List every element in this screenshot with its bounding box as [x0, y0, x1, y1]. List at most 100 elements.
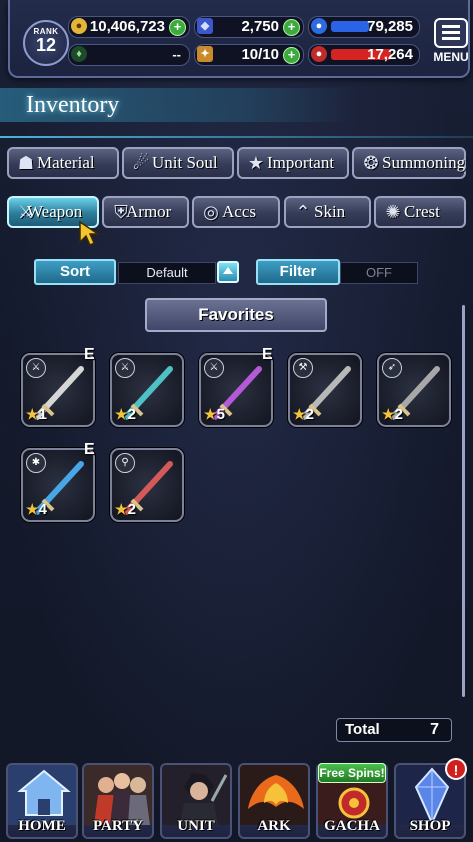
filter-value[interactable]: OFF: [340, 262, 418, 284]
total-label: Total: [345, 721, 380, 738]
hp-value: 17,264: [367, 46, 413, 63]
rarity-stars: ★2: [293, 406, 314, 423]
star-icon: ★: [115, 501, 128, 517]
tab-label: Unit Soul: [152, 153, 218, 172]
nav-home[interactable]: HOME: [6, 763, 78, 839]
free-spins-badge[interactable]: Free Spins!: [318, 763, 386, 783]
nav-label: HOME: [18, 818, 66, 834]
tab-accs[interactable]: ◎ Accs: [192, 196, 280, 228]
rarity-value: 2: [305, 406, 314, 423]
sort-order-toggle[interactable]: [217, 261, 239, 283]
sort-button[interactable]: Sort: [34, 259, 116, 285]
tab-label: Important: [267, 153, 335, 172]
stamina-counter: ✦ 10/10 +: [194, 44, 304, 66]
scrollbar[interactable]: [462, 305, 465, 697]
total-value: 7: [430, 721, 439, 738]
axe-icon: ⚒: [293, 358, 313, 378]
rarity-value: 2: [127, 406, 136, 423]
exp-bar: [331, 21, 369, 32]
rank-badge[interactable]: RANK 12: [23, 20, 69, 66]
coin-icon: ●: [71, 18, 87, 34]
crest-icon: ✺: [385, 202, 401, 222]
sword-icon: ⚔: [26, 358, 46, 378]
favorites-button[interactable]: Favorites: [145, 298, 327, 332]
nav-unit[interactable]: UNIT: [160, 763, 232, 839]
add-gil-button[interactable]: +: [169, 19, 186, 36]
party-icon: [84, 765, 152, 825]
gil-value: 10,406,723: [89, 18, 165, 35]
rarity-value: 4: [38, 501, 47, 518]
tab-label: Summoning: [382, 153, 466, 172]
hanger-icon: ⌃: [295, 202, 311, 222]
tab-unit-soul[interactable]: ☄ Unit Soul: [122, 147, 234, 179]
gil-counter: ● 10,406,723 +: [68, 16, 190, 38]
tab-label: Weapon: [27, 202, 83, 221]
weapon-item[interactable]: ⚔ ★1: [21, 353, 95, 427]
total-counter: Total 7: [336, 718, 452, 742]
tab-label: Material: [37, 153, 95, 172]
rarity-value: 5: [216, 406, 225, 423]
status-counter: ♦ --: [68, 44, 190, 66]
star-icon: ★: [293, 406, 306, 422]
star-icon: ★: [382, 406, 395, 422]
tab-material[interactable]: ☗ Material: [7, 147, 119, 179]
sword-icon: ⚔: [115, 358, 135, 378]
rarity-stars: ★2: [115, 501, 136, 518]
tab-label: Skin: [314, 202, 346, 221]
tab-crest[interactable]: ✺ Crest: [374, 196, 466, 228]
nav-ark[interactable]: ARK: [238, 763, 310, 839]
rarity-value: 2: [127, 501, 136, 518]
stamina-icon: ✦: [197, 46, 213, 62]
equipped-badge: E: [84, 346, 95, 363]
tab-summoning[interactable]: ❂ Summoning: [352, 147, 466, 179]
rarity-value: 1: [38, 406, 47, 423]
equipped-badge: E: [84, 441, 95, 458]
weapon-item[interactable]: ⚲ ★2: [110, 448, 184, 522]
weapon-item[interactable]: ⚒ ★2: [288, 353, 362, 427]
star-icon: ★: [115, 406, 128, 422]
menu-icon: [434, 18, 468, 48]
leaf-icon: ♦: [71, 46, 87, 62]
cursor-icon: [79, 220, 101, 247]
home-icon: [8, 765, 76, 825]
add-gem-button[interactable]: +: [283, 19, 300, 36]
sword-icon: ⚔: [204, 358, 224, 378]
tab-label: Armor: [126, 202, 172, 221]
tab-armor[interactable]: ⛨ Armor: [102, 196, 189, 228]
star-icon: ★: [26, 406, 39, 422]
tab-label: Crest: [404, 202, 440, 221]
nav-party[interactable]: PARTY: [82, 763, 154, 839]
sort-value[interactable]: Default: [118, 262, 216, 284]
nav-label: SHOP: [409, 818, 451, 834]
gun-icon: ✱: [26, 453, 46, 473]
gem-value: 2,750: [241, 18, 279, 35]
bow-icon: ➶: [382, 358, 402, 378]
tab-important[interactable]: ★ Important: [237, 147, 349, 179]
soul-icon: ☄: [132, 153, 150, 173]
orb-icon: ●: [311, 18, 327, 34]
rarity-stars: ★1: [26, 406, 47, 423]
rarity-stars: ★4: [26, 501, 47, 518]
bottom-nav: HOME PARTY UNIT ARK GACHA SHOP: [0, 760, 473, 842]
stamina-value: 10/10: [241, 46, 279, 63]
star-icon: ★: [26, 501, 39, 517]
add-stamina-button[interactable]: +: [283, 47, 300, 64]
summon-icon: ❂: [363, 153, 379, 173]
nav-label: UNIT: [177, 818, 215, 834]
weapon-item[interactable]: ⚔ ★5: [199, 353, 273, 427]
menu-label: MENU: [433, 50, 469, 64]
weapon-item[interactable]: ✱ ★4: [21, 448, 95, 522]
menu-button[interactable]: MENU: [430, 18, 472, 64]
status-bar: RANK 12 ● 10,406,723 + ◆ 2,750 + ● 79,28…: [8, 0, 470, 78]
rarity-value: 2: [394, 406, 403, 423]
tab-skin[interactable]: ⌃ Skin: [284, 196, 371, 228]
gem-counter: ◆ 2,750 +: [194, 16, 304, 38]
weapon-item[interactable]: ➶ ★2: [377, 353, 451, 427]
weapon-item[interactable]: ⚔ ★2: [110, 353, 184, 427]
bag-icon: ☗: [17, 153, 35, 173]
star-icon: ★: [247, 153, 265, 173]
filter-button[interactable]: Filter: [256, 259, 340, 285]
gem-icon: ◆: [197, 18, 213, 34]
rarity-stars: ★2: [382, 406, 403, 423]
nav-label: GACHA: [324, 818, 380, 834]
